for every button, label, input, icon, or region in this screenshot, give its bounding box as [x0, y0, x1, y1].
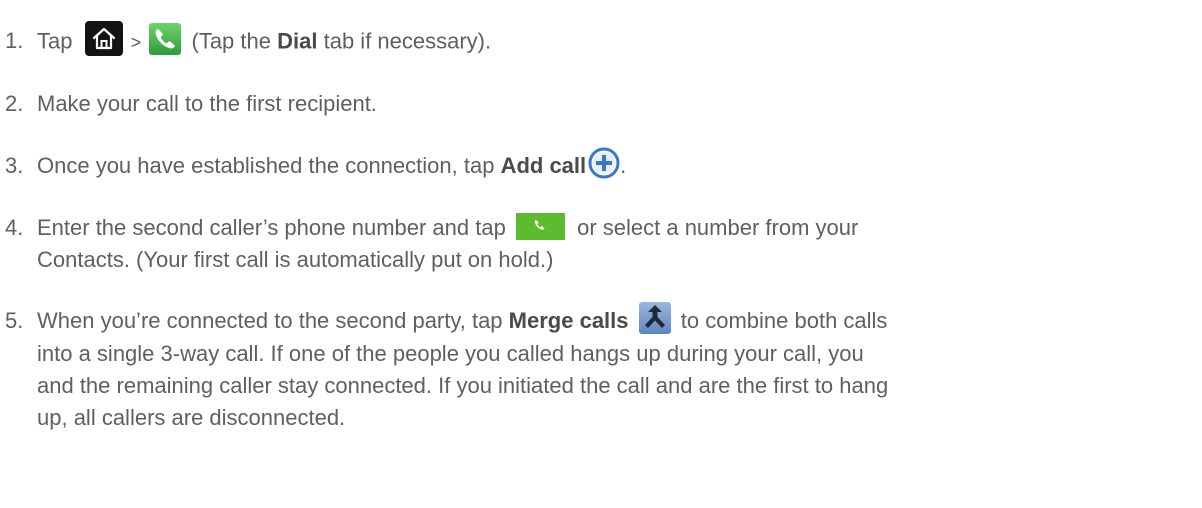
dial-tab-label: Dial — [277, 28, 318, 54]
step-text: Once you have established the connection… — [37, 147, 1197, 183]
plus-circle-icon — [588, 147, 620, 179]
phone-icon — [149, 22, 182, 55]
phone-button-icon — [515, 212, 565, 240]
merge-calls-icon — [638, 302, 671, 335]
home-icon — [84, 21, 123, 56]
step-number: 2. — [5, 91, 24, 116]
add-call-label: Add call — [500, 153, 587, 178]
step-number: 5. — [5, 308, 24, 333]
step-number: 1. — [5, 28, 24, 53]
merge-calls-label: Merge calls — [508, 308, 629, 333]
step-text: Enter the second caller’s phone number a… — [37, 212, 1197, 276]
step-text: When you’re connected to the second part… — [37, 302, 1197, 434]
step-text: Tap > (Tap the Dial tab if necessary). — [37, 21, 1197, 60]
step-number: 3. — [5, 153, 24, 178]
step-number: 4. — [5, 215, 24, 240]
step-text: Make your call to the first recipient. — [37, 91, 377, 116]
